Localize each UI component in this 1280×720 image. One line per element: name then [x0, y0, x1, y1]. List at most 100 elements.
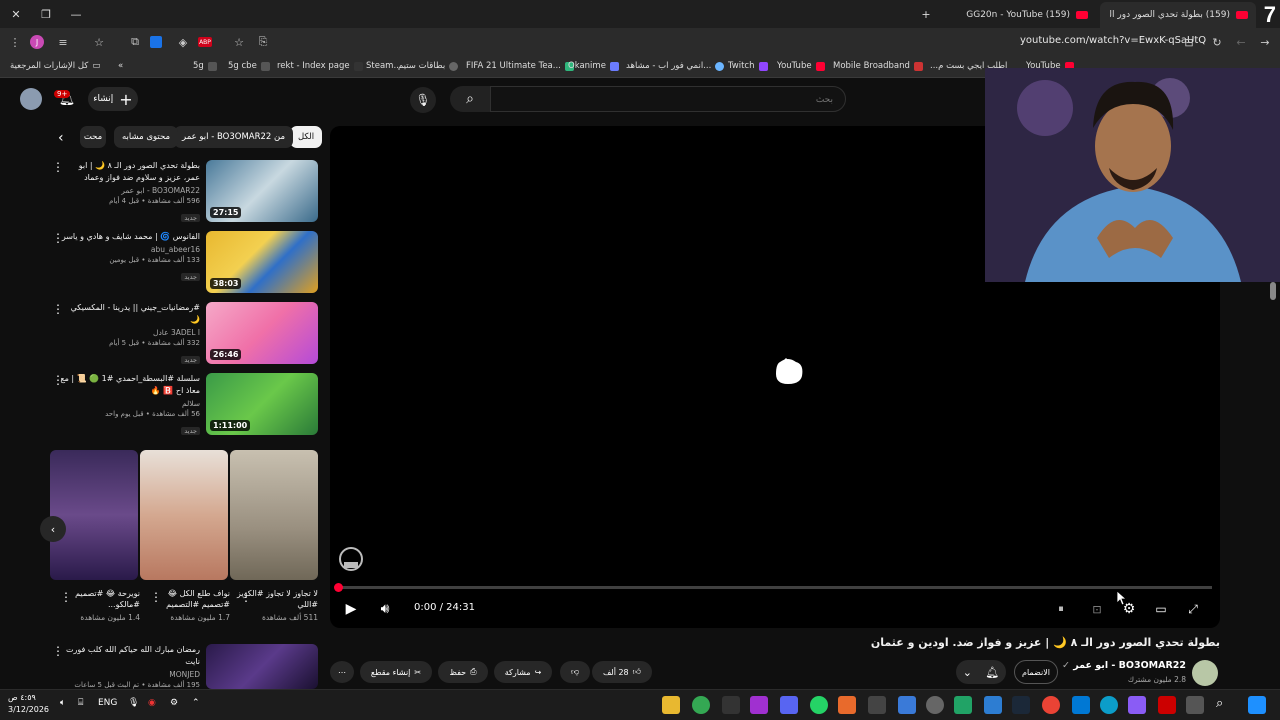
app-violet-icon[interactable]	[1128, 696, 1146, 714]
channel-avatar[interactable]	[1192, 660, 1218, 686]
like-button[interactable]: 👍︎ 28 ألف	[592, 661, 652, 683]
channel-name[interactable]: MONJED	[60, 670, 200, 679]
video-title[interactable]: بطولة تحدي الصور دور الـ ٨ 🌙 | ابو عمر، …	[60, 160, 200, 184]
video-title[interactable]: #رمضانيات_جيني || يدرينا - المكسيكي 🌙	[60, 302, 200, 326]
bookmark-item[interactable]: FIFA 21 Ultimate Tea...	[466, 61, 574, 71]
video-title[interactable]: سلسلة #البسطة_احمدي #1 🟢 📜 | مع معاذ اح …	[60, 373, 200, 397]
subscribed-bell-button[interactable]: ⌄ 🔔︎	[956, 660, 1006, 684]
bookmark-item[interactable]: Mobile Broadband	[833, 61, 923, 71]
bookmark-item[interactable]: 5g	[193, 61, 217, 71]
task-view-icon[interactable]	[1186, 696, 1204, 714]
more-actions-button[interactable]: ⋯	[330, 661, 354, 683]
video-title[interactable]: الفانوس 🌀 | محمد شايف و هادي و ياسر	[60, 231, 200, 243]
obs-icon[interactable]	[926, 696, 944, 714]
search-input[interactable]	[490, 86, 846, 112]
record-tray-icon[interactable]: ◉	[148, 698, 156, 708]
bookmark-item[interactable]: Okanime	[568, 61, 619, 71]
video-thumbnail[interactable]: 26:46	[206, 302, 318, 364]
bookmark-item[interactable]: Twitch	[728, 61, 768, 71]
progress-scrubber[interactable]	[334, 583, 343, 592]
avatar[interactable]	[20, 88, 42, 110]
save-button[interactable]: ⎙ حفظ	[438, 661, 488, 683]
bookmark-item[interactable]: 5g cbe	[228, 61, 270, 71]
list-item[interactable]: 26:46 #رمضانيات_جيني || يدرينا - المكسيك…	[48, 302, 320, 366]
list-item[interactable]: 1:11:00 سلسلة #البسطة_احمدي #1 🟢 📜 | مع …	[48, 373, 320, 437]
more-vert-icon[interactable]: ⋮	[240, 590, 252, 604]
channel-name[interactable]: BO3OMAR22 - ابو عمر ✓	[1062, 660, 1186, 671]
bookmarks-chevron-icon[interactable]: «	[118, 61, 123, 71]
browser-tab-2[interactable]: (159) GG20n - YouTube	[940, 2, 1096, 28]
app-blue-icon[interactable]	[898, 696, 916, 714]
channel-name[interactable]: BO3OMAR22 - ابو عمر	[60, 186, 200, 195]
reload-icon[interactable]: ↻	[1208, 33, 1226, 51]
video-thumbnail[interactable]: 27:15	[206, 160, 318, 222]
dislike-button[interactable]: 👎︎	[560, 661, 590, 683]
chip-related[interactable]: محتوى مشابه	[114, 126, 178, 148]
language-indicator[interactable]: ENG	[98, 698, 117, 708]
forward-icon[interactable]: ←	[1232, 33, 1250, 51]
create-button[interactable]: إنشاء +	[88, 87, 138, 111]
bookmark-item[interactable]: انمي فور اب - مشاهد...	[626, 61, 725, 71]
progress-bar[interactable]	[338, 586, 1212, 589]
excel-icon[interactable]	[954, 696, 972, 714]
more-vert-icon[interactable]: ⋮	[52, 302, 64, 316]
app-grey-icon[interactable]	[868, 696, 886, 714]
list-item[interactable]: رمضان مبارك الله حياكم الله كلب فورت ناي…	[48, 644, 320, 689]
search-icon[interactable]: ⌕	[450, 86, 490, 112]
short-thumbnail[interactable]	[230, 450, 318, 580]
bookmark-item[interactable]: rekt - Index page	[277, 61, 363, 71]
url-text[interactable]: youtube.com/watch?v=EwxK-qSaUtQ	[1020, 35, 1206, 46]
short-title[interactable]: نويرحة 😂 #تصميم #مالكو...	[70, 588, 140, 610]
join-button[interactable]: الانضمام	[1014, 660, 1058, 684]
chrome-active-icon[interactable]	[1042, 696, 1060, 714]
short-title[interactable]: نواف طلع الكل 😂 #تصميم #التصميم	[160, 588, 230, 610]
steam-icon[interactable]	[1012, 696, 1030, 714]
short-thumbnail[interactable]	[140, 450, 228, 580]
extension-grey-icon[interactable]: ◈	[174, 33, 192, 51]
bookmark-star-icon[interactable]: ☆	[230, 33, 248, 51]
maximize-window-icon[interactable]: ❐	[36, 4, 56, 24]
screenshot-icon[interactable]: ⎘	[254, 33, 272, 51]
edge-icon[interactable]	[1100, 696, 1118, 714]
subtitles-icon[interactable]: ⊡	[1086, 598, 1108, 620]
fullscreen-icon[interactable]: ⤢	[1182, 598, 1204, 620]
menu-dots-icon[interactable]: ⋮	[6, 33, 24, 51]
outlook-icon[interactable]	[1072, 696, 1090, 714]
app-cloud-icon[interactable]	[984, 696, 1002, 714]
channel-name[interactable]: سلالم	[60, 399, 200, 408]
volume-icon[interactable]: 🔊︎	[374, 598, 396, 620]
more-vert-icon[interactable]: ⋮	[60, 590, 72, 604]
mic-tray-icon[interactable]: 🎙︎	[128, 698, 139, 708]
bookmark-item[interactable]: Steam...	[366, 61, 402, 71]
favorites-icon[interactable]: ☆	[90, 33, 108, 51]
video-thumbnail[interactable]	[206, 644, 318, 689]
playlist-icon[interactable]: ≡	[54, 33, 72, 51]
clip-button[interactable]: ✂ إنشاء مقطع	[360, 661, 432, 683]
chrome-icon[interactable]	[692, 696, 710, 714]
chip-from-channel[interactable]: من BO3OMAR22 - ابو عمر	[174, 126, 294, 148]
extension-blue-icon[interactable]	[150, 36, 162, 48]
video-title[interactable]: رمضان مبارك الله حياكم الله كلب فورت ناي…	[60, 644, 200, 668]
tray-overflow-icon[interactable]: ⌃	[192, 698, 200, 708]
clock-date[interactable]: 3/12/2026	[8, 705, 49, 714]
autoplay-toggle-icon[interactable]: ⏸	[1050, 598, 1072, 620]
scroll-thumb[interactable]	[1270, 282, 1276, 300]
bookmark-item[interactable]: بطاقات ستيم	[398, 61, 459, 71]
channel-watermark-icon[interactable]	[338, 546, 364, 572]
short-thumbnail[interactable]	[50, 450, 138, 580]
more-vert-icon[interactable]: ⋮	[52, 160, 64, 174]
close-window-icon[interactable]: ✕	[6, 4, 26, 24]
more-vert-icon[interactable]: ⋮	[52, 373, 64, 387]
bookmark-item[interactable]: YouTube	[777, 61, 825, 71]
site-settings-icon[interactable]: ⊟	[1180, 33, 1198, 51]
scrollbar[interactable]	[1270, 280, 1278, 680]
channel-name[interactable]: abu_abeer16	[60, 245, 200, 254]
new-tab-icon[interactable]: +	[916, 4, 936, 24]
chip-more[interactable]: محت	[80, 126, 106, 148]
video-thumbnail[interactable]: 38:03	[206, 231, 318, 293]
more-vert-icon[interactable]: ⋮	[52, 644, 64, 658]
video-thumbnail[interactable]: 1:11:00	[206, 373, 318, 435]
app-red-icon[interactable]	[1158, 696, 1176, 714]
browser-tab-active[interactable]: (159) بطولة تحدي الصور دور الـ ٨	[1100, 2, 1256, 28]
profile-icon[interactable]: J	[30, 35, 44, 49]
